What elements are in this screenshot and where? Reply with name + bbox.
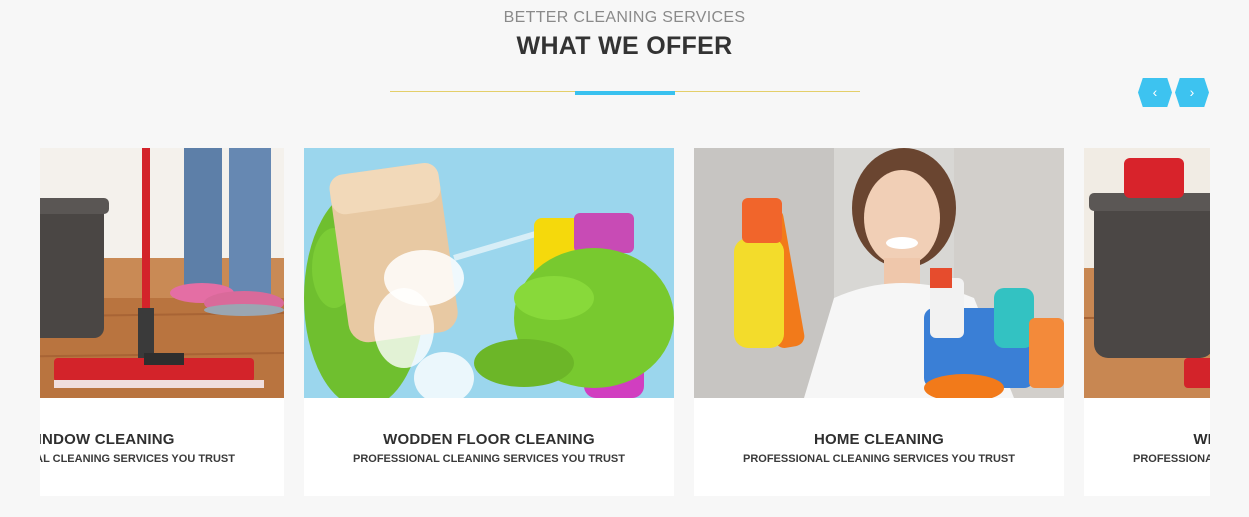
service-title: WODDEN FLOOR CLEANING bbox=[383, 431, 595, 448]
carousel-next-button[interactable]: › bbox=[1175, 78, 1209, 107]
bucket-mop-photo bbox=[1084, 148, 1210, 398]
carousel-prev-button[interactable]: ‹ bbox=[1138, 78, 1172, 107]
title-divider-accent bbox=[575, 91, 675, 95]
service-subtitle: PROFESSIONAL CLEANING SERVICES YOU TRUST bbox=[743, 453, 1015, 465]
services-section: BETTER CLEANING SERVICES WHAT WE OFFER ‹… bbox=[0, 0, 1249, 517]
section-subtitle: BETTER CLEANING SERVICES bbox=[503, 9, 746, 26]
service-subtitle: PROFESSIONAL CLEANING SERVICES YOU TRUST bbox=[1133, 453, 1210, 465]
service-title: WINDOW CLEANING bbox=[1193, 431, 1210, 448]
service-card[interactable]: WINDOW CLEANING PROFESSIONAL CLEANING SE… bbox=[1084, 148, 1210, 496]
service-card[interactable]: WODDEN FLOOR CLEANING PROFESSIONAL CLEAN… bbox=[304, 148, 674, 496]
section-title: WHAT WE OFFER bbox=[516, 32, 733, 60]
service-card[interactable]: WINDOW CLEANING PROFESSIONAL CLEANING SE… bbox=[40, 148, 284, 496]
service-card[interactable]: HOME CLEANING PROFESSIONAL CLEANING SERV… bbox=[694, 148, 1064, 496]
woman-cleaning-supplies-photo bbox=[694, 148, 1064, 398]
mop-floor-photo bbox=[40, 148, 284, 398]
service-subtitle: PROFESSIONAL CLEANING SERVICES YOU TRUST bbox=[353, 453, 625, 465]
service-title: HOME CLEANING bbox=[813, 431, 945, 448]
carousel-nav: ‹ › bbox=[1138, 78, 1209, 107]
carousel-track: WINDOW CLEANING PROFESSIONAL CLEANING SE… bbox=[40, 148, 1210, 496]
sponge-spray-photo bbox=[304, 148, 674, 398]
service-title: WINDOW CLEANING bbox=[40, 431, 175, 448]
service-subtitle: PROFESSIONAL CLEANING SERVICES YOU TRUST bbox=[40, 453, 235, 465]
services-carousel: WINDOW CLEANING PROFESSIONAL CLEANING SE… bbox=[40, 148, 1210, 496]
